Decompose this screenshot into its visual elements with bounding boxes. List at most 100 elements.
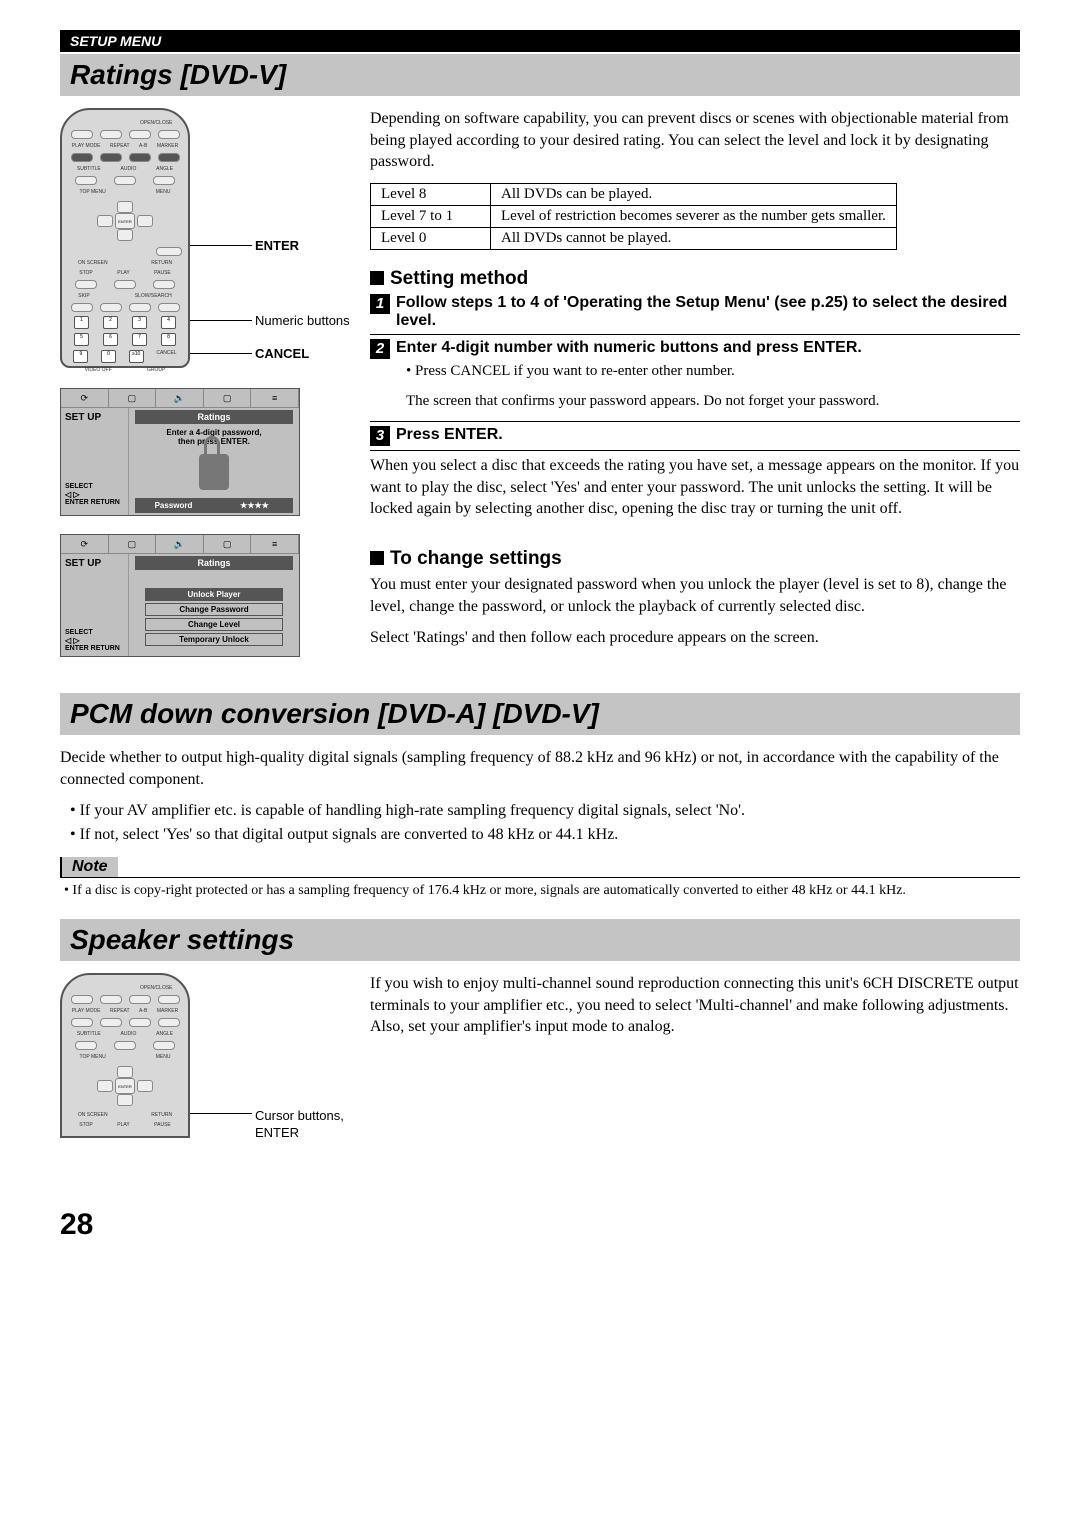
table-row: Level 7 to 1Level of restriction becomes…: [371, 205, 897, 227]
osd-icon-4b: ▢: [204, 535, 252, 553]
return-label: RETURN: [151, 260, 172, 266]
callout-enter: ENTER: [255, 238, 299, 253]
osd-option-change-pw: Change Password: [145, 603, 283, 616]
play-label-2: PLAY: [117, 1122, 129, 1128]
group-label: GROUP: [147, 367, 165, 373]
enter-button: ENTER: [115, 213, 135, 229]
skip-label: SKIP: [78, 293, 89, 299]
cell-level7to1: Level 7 to 1: [371, 205, 491, 227]
slow-search-label: SLOW/SEARCH: [135, 293, 172, 299]
osd-password: ⟳ ▢ 🔊 ▢ ≡ SET UP SELECT ◁ ▷ ENTER RETURN…: [60, 388, 300, 516]
angle-label-2: ANGLE: [156, 1031, 173, 1037]
cell-level7to1-desc: Level of restriction becomes severer as …: [491, 205, 897, 227]
osd-setup-label: SET UP: [65, 412, 124, 423]
dpad-down-2: [117, 1094, 133, 1106]
lock-icon: [199, 454, 229, 490]
note-text: • If a disc is copy-right protected or h…: [60, 882, 1020, 901]
pcm-heading: PCM down conversion [DVD-A] [DVD-V]: [70, 698, 1010, 730]
callout-enter-2: ENTER: [255, 1125, 299, 1140]
callout-cursor-enter: Cursor buttons, ENTER: [255, 1108, 405, 1142]
enter-button-2: ENTER: [115, 1078, 135, 1094]
callout-numeric: Numeric buttons: [255, 313, 350, 328]
osd-icon-3b: 🔊: [156, 535, 204, 553]
osd-enter-return-label: ENTER RETURN: [65, 499, 124, 506]
ratings-intro: Depending on software capability, you ca…: [370, 108, 1020, 173]
top-menu-label-2: TOP MENU: [80, 1054, 106, 1060]
menu-label: MENU: [156, 189, 171, 195]
cell-level0-desc: All DVDs cannot be played.: [491, 227, 897, 249]
osd-tab-ratings: Ratings: [135, 410, 293, 424]
osd-icon-2b: ▢: [109, 535, 157, 553]
speaker-p1: If you wish to enjoy multi-channel sound…: [370, 973, 1020, 1038]
osd-tab-ratings-2: Ratings: [135, 556, 293, 570]
cancel-label: CANCEL: [156, 350, 176, 363]
remote-illustration-2: OPEN/CLOSE PLAY MODEREPEATA-BMARKER SUBT…: [60, 973, 350, 1138]
ratings-heading: Ratings [DVD-V]: [70, 59, 1010, 91]
pause-label: PAUSE: [154, 270, 171, 276]
subtitle-label-2: SUBTITLE: [77, 1031, 101, 1037]
open-close-label-2: OPEN/CLOSE: [140, 985, 173, 991]
step-number-2: 2: [370, 339, 390, 359]
onscreen-label: ON SCREEN: [78, 260, 108, 266]
video-off-label: VIDEO OFF: [85, 367, 112, 373]
square-bullet-icon: [370, 271, 384, 285]
to-change-p1: You must enter your designated password …: [370, 574, 1020, 617]
onscreen-label-2: ON SCREEN: [78, 1112, 108, 1118]
step-3-text: Press ENTER.: [396, 426, 503, 443]
table-row: Level 0All DVDs cannot be played.: [371, 227, 897, 249]
top-menu-label: TOP MENU: [80, 189, 106, 195]
pause-label-2: PAUSE: [154, 1122, 171, 1128]
marker-label-2: MARKER: [157, 1008, 178, 1014]
repeat-label-2: REPEAT: [110, 1008, 130, 1014]
dpad-right: [137, 215, 153, 227]
note-label: Note: [60, 857, 118, 877]
step-1-text: Follow steps 1 to 4 of 'Operating the Se…: [396, 294, 1007, 329]
cell-level8: Level 8: [371, 183, 491, 205]
table-row: Level 8All DVDs can be played.: [371, 183, 897, 205]
stop-label: STOP: [79, 270, 93, 276]
play-mode-label: PLAY MODE: [72, 143, 101, 149]
step-2-bullet: • Press CANCEL if you want to re-enter o…: [406, 361, 1020, 381]
marker-label: MARKER: [157, 143, 178, 149]
callout-cursor: Cursor buttons,: [255, 1108, 344, 1123]
subtitle-label: SUBTITLE: [77, 166, 101, 172]
step-2: 2 Enter 4-digit number with numeric butt…: [370, 339, 1020, 359]
osd-password-value: ★★★★: [219, 501, 290, 510]
step-3: 3 Press ENTER.: [370, 426, 1020, 446]
osd-icon-5b: ≡: [251, 535, 299, 553]
square-bullet-icon: [370, 551, 384, 565]
repeat-label: REPEAT: [110, 143, 130, 149]
setting-method-text: Setting method: [390, 268, 528, 289]
ratings-after: When you select a disc that exceeds the …: [370, 455, 1020, 520]
audio-label-2: AUDIO: [121, 1031, 137, 1037]
pcm-bullet-2: • If not, select 'Yes' so that digital o…: [60, 824, 1020, 846]
dpad-up: [117, 201, 133, 213]
dpad-right-2: [137, 1080, 153, 1092]
dpad-down: [117, 229, 133, 241]
osd-option-change-level: Change Level: [145, 618, 283, 631]
setup-menu-label: SETUP MENU: [70, 33, 161, 49]
osd-select-label-2: SELECT: [65, 629, 124, 636]
step-number-1: 1: [370, 294, 390, 314]
osd-password-label: Password: [138, 501, 209, 510]
step-number-3: 3: [370, 426, 390, 446]
page-number: 28: [60, 1208, 1020, 1242]
pcm-intro: Decide whether to output high-quality di…: [60, 747, 1020, 790]
osd-setup-label-2: SET UP: [65, 558, 124, 569]
dpad-up-2: [117, 1066, 133, 1078]
osd-icon-5: ≡: [251, 389, 299, 407]
dpad-left: [97, 215, 113, 227]
step-1: 1 Follow steps 1 to 4 of 'Operating the …: [370, 294, 1020, 330]
setting-method-heading: Setting method: [370, 268, 1020, 290]
angle-label: ANGLE: [156, 166, 173, 172]
osd-enter-return-label-2: ENTER RETURN: [65, 645, 124, 652]
stop-label-2: STOP: [79, 1122, 93, 1128]
to-change-p2: Select 'Ratings' and then follow each pr…: [370, 627, 1020, 649]
pcm-heading-bar: PCM down conversion [DVD-A] [DVD-V]: [60, 693, 1020, 735]
osd-option-unlock: Unlock Player: [145, 588, 283, 601]
dpad-left-2: [97, 1080, 113, 1092]
osd-select-label: SELECT: [65, 483, 124, 490]
level-table: Level 8All DVDs can be played. Level 7 t…: [370, 183, 897, 250]
osd-options: ⟳ ▢ 🔊 ▢ ≡ SET UP SELECT ◁ ▷ ENTER RETURN…: [60, 534, 300, 657]
play-mode-label-2: PLAY MODE: [72, 1008, 101, 1014]
